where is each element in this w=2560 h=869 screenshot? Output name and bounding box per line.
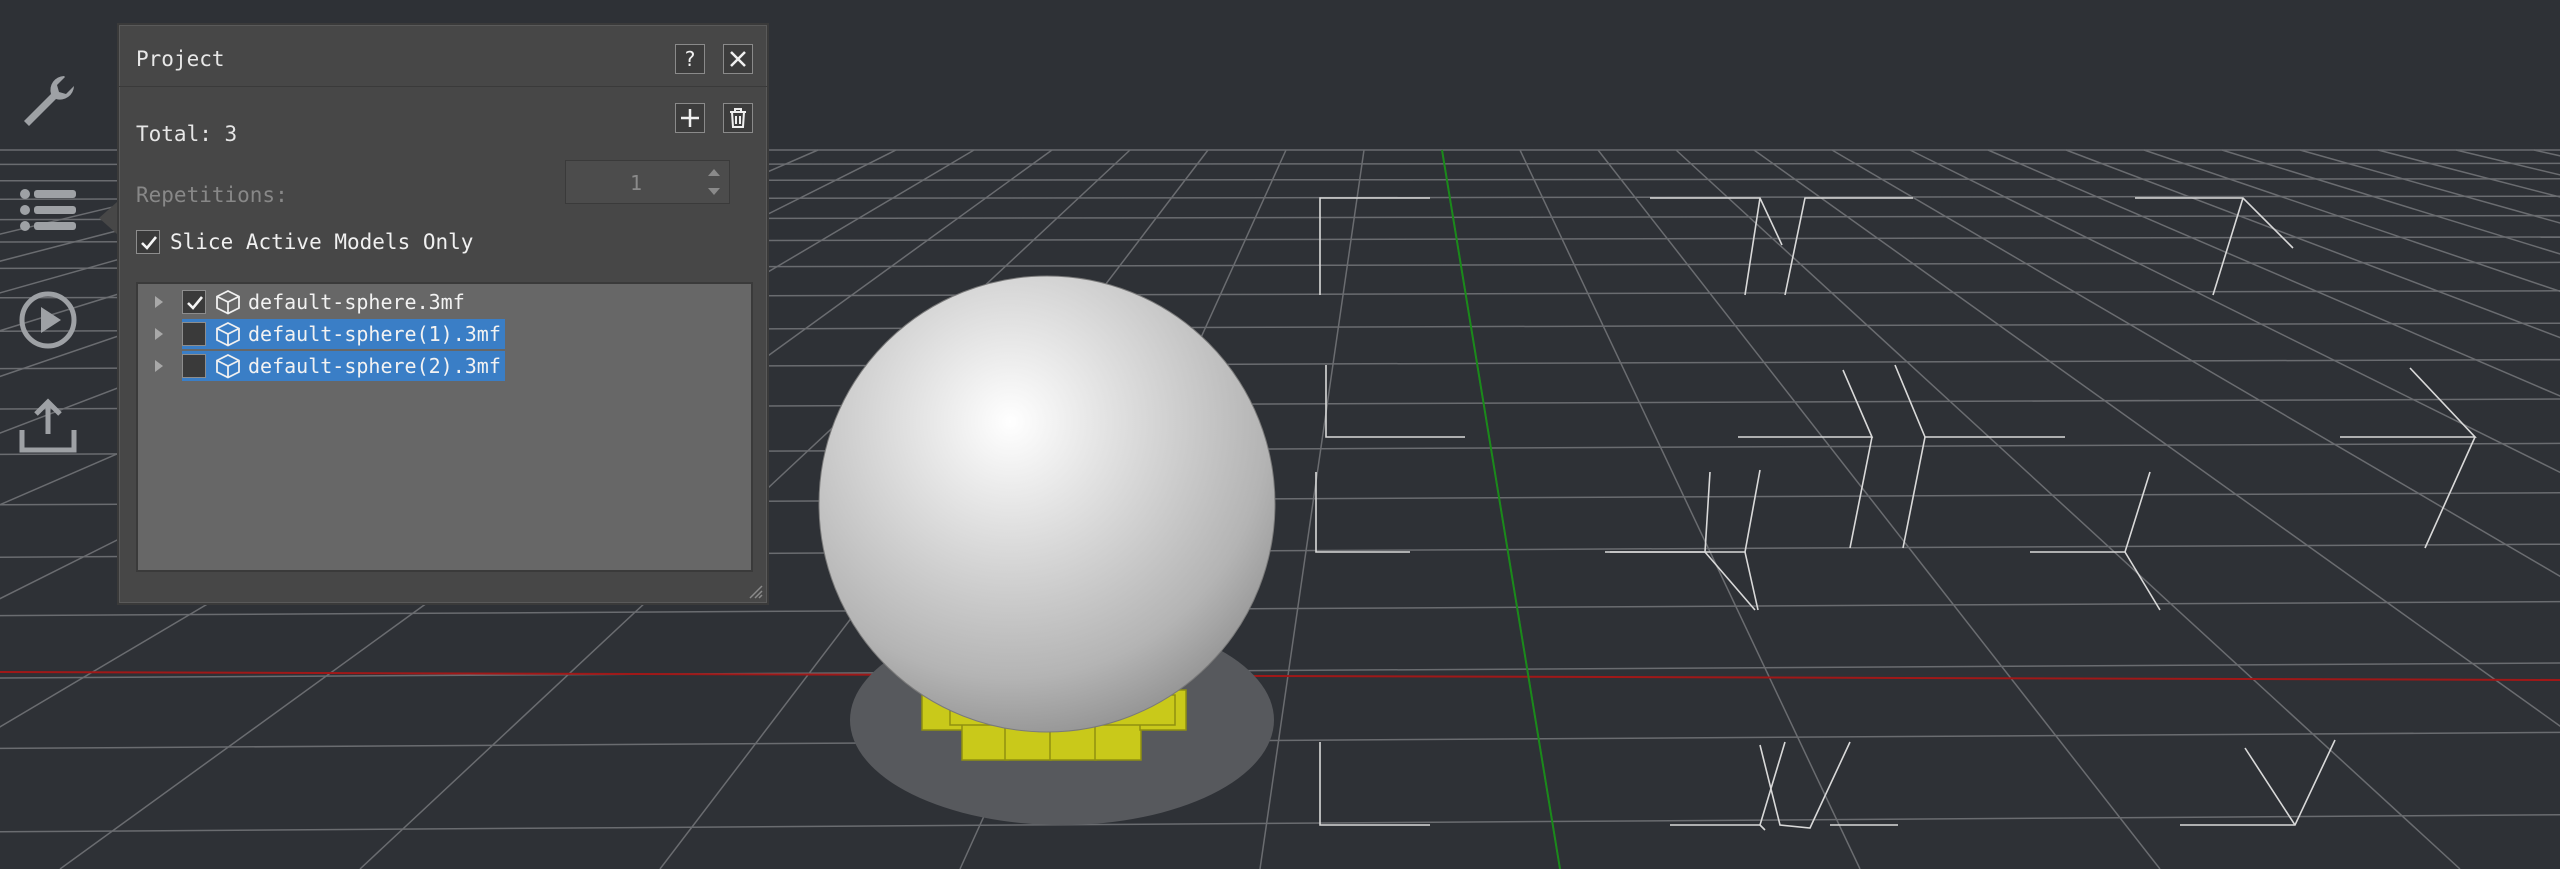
close-button[interactable] [723, 44, 753, 74]
repetitions-spinbox[interactable]: 1 [565, 160, 730, 204]
list-icon [20, 189, 76, 231]
chevron-up-icon [708, 169, 720, 176]
model-name: default-sphere(2).3mf [248, 354, 501, 378]
repetitions-value[interactable]: 1 [566, 171, 706, 195]
cube-icon [216, 353, 240, 379]
grid-line [1987, 149, 2560, 397]
grid-line [2533, 149, 2560, 157]
grid-line [0, 814, 2560, 833]
model-name: default-sphere.3mf [248, 290, 465, 314]
model-item-1[interactable]: default-sphere(1).3mf [182, 319, 505, 349]
add-model-button[interactable] [675, 103, 705, 133]
check-icon [187, 296, 204, 310]
wrench-icon [24, 76, 74, 126]
expand-arrow[interactable] [148, 319, 170, 349]
slice-active-only-toggle[interactable]: Slice Active Models Only [136, 230, 473, 254]
export-tool-button[interactable] [10, 388, 86, 464]
repetitions-label: Repetitions: [136, 183, 288, 207]
panel-title: Project [136, 47, 225, 71]
grid-line [1831, 149, 2560, 578]
help-button[interactable]: ? [675, 44, 705, 74]
panel-pointer [99, 202, 117, 234]
delete-model-button[interactable] [723, 103, 753, 133]
project-list-tool-button[interactable] [10, 172, 86, 248]
expand-arrow[interactable] [148, 287, 170, 317]
tree-row-1: default-sphere(1).3mf [148, 319, 505, 349]
project-panel: Project ? Total: 3 Repetitions: 1 Slice … [117, 23, 769, 605]
plus-icon [681, 109, 699, 127]
trash-icon [730, 108, 746, 128]
triangle-right-icon [155, 360, 163, 372]
y-axis-line [1441, 149, 1561, 869]
model-name: default-sphere(1).3mf [248, 322, 501, 346]
grid-line [1597, 149, 2161, 869]
slice-tool-button[interactable] [10, 282, 86, 358]
sphere-model[interactable] [818, 275, 1276, 733]
triangle-right-icon [155, 328, 163, 340]
grid-line [2377, 149, 2560, 198]
slice-active-only-checkbox[interactable] [136, 230, 160, 254]
settings-tool-button[interactable] [10, 64, 86, 140]
check-icon [141, 236, 158, 250]
model-tree: default-sphere.3mf default-sphere(1).3mf [136, 282, 753, 572]
model-total-label: Total: 3 [136, 122, 238, 146]
close-icon [730, 51, 746, 67]
triangle-right-icon [155, 296, 163, 308]
expand-arrow[interactable] [148, 351, 170, 381]
repetitions-decrement[interactable] [703, 182, 725, 202]
chevron-down-icon [708, 188, 720, 195]
left-toolbar [0, 40, 100, 500]
grid-line [2455, 149, 2560, 176]
model-item-2[interactable]: default-sphere(2).3mf [182, 351, 505, 381]
tree-row-0: default-sphere.3mf [148, 287, 469, 317]
grid-line [1259, 149, 1365, 869]
repetitions-increment[interactable] [703, 162, 725, 182]
upload-icon [19, 398, 77, 453]
resize-grip-icon[interactable] [747, 583, 763, 599]
grid-line [2299, 149, 2560, 224]
play-icon [19, 291, 77, 349]
cube-icon [216, 289, 240, 315]
grid-line [2065, 149, 2560, 339]
tree-row-2: default-sphere(2).3mf [148, 351, 505, 381]
model-checkbox-0[interactable] [182, 290, 206, 314]
model-checkbox-1[interactable] [182, 322, 206, 346]
grid-line [1675, 149, 2461, 869]
cube-icon [216, 321, 240, 347]
panel-header: Project ? [119, 25, 767, 87]
grid-line [1519, 149, 1861, 869]
slice-active-only-label: Slice Active Models Only [170, 230, 474, 254]
model-item-0[interactable]: default-sphere.3mf [206, 287, 469, 317]
grid-line [2221, 149, 2560, 255]
model-checkbox-2[interactable] [182, 354, 206, 378]
grid-line [1753, 149, 2560, 727]
